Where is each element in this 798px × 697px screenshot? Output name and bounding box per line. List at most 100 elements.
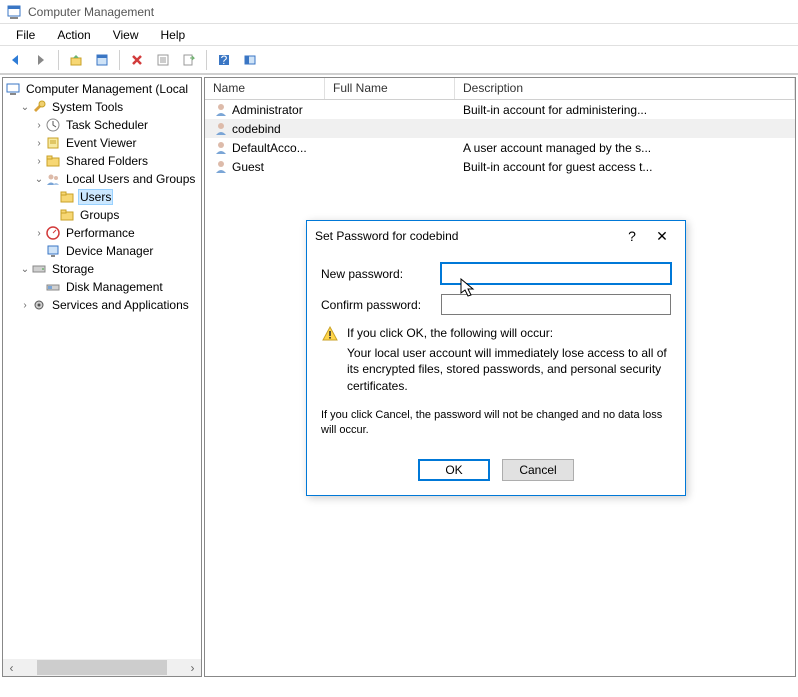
tree-performance[interactable]: › Performance xyxy=(5,224,199,242)
tree-label: Event Viewer xyxy=(64,136,138,150)
column-name[interactable]: Name xyxy=(205,78,325,99)
refresh-button[interactable] xyxy=(152,49,174,71)
tree-label: Storage xyxy=(50,262,96,276)
system-tools-icon xyxy=(31,99,47,115)
expander-icon[interactable]: › xyxy=(33,120,45,131)
properties-button[interactable] xyxy=(91,49,113,71)
user-name: Administrator xyxy=(232,103,303,117)
event-viewer-icon xyxy=(45,135,61,151)
user-name: DefaultAcco... xyxy=(232,141,307,155)
dialog-titlebar[interactable]: Set Password for codebind ? ✕ xyxy=(307,221,685,251)
help-button[interactable]: ? xyxy=(213,49,235,71)
tree-shared-folders[interactable]: › Shared Folders xyxy=(5,152,199,170)
scroll-thumb[interactable] xyxy=(37,660,167,675)
up-button[interactable] xyxy=(65,49,87,71)
user-row[interactable]: GuestBuilt-in account for guest access t… xyxy=(205,157,795,176)
new-password-label: New password: xyxy=(321,267,441,281)
computer-management-icon xyxy=(5,81,21,97)
tree-label: Shared Folders xyxy=(64,154,150,168)
user-description: A user account managed by the s... xyxy=(455,141,795,155)
back-button[interactable] xyxy=(4,49,26,71)
dialog-title: Set Password for codebind xyxy=(315,229,617,243)
toolbar-separator xyxy=(206,50,207,70)
scroll-right-arrow[interactable]: › xyxy=(184,659,201,676)
column-fullname[interactable]: Full Name xyxy=(325,78,455,99)
tree-storage[interactable]: ⌄ Storage xyxy=(5,260,199,278)
tree-label: System Tools xyxy=(50,100,125,114)
confirm-password-input[interactable] xyxy=(441,294,671,315)
confirm-password-label: Confirm password: xyxy=(321,298,441,312)
user-row[interactable]: Administrator Built-in account for admini… xyxy=(205,100,795,119)
dialog-close-button[interactable]: ✕ xyxy=(647,221,677,251)
performance-icon xyxy=(45,225,61,241)
menu-file[interactable]: File xyxy=(6,26,45,44)
user-icon xyxy=(213,159,229,175)
tree-disk-management[interactable]: Disk Management xyxy=(5,278,199,296)
shared-folders-icon xyxy=(45,153,61,169)
warning-icon xyxy=(321,325,339,394)
column-description[interactable]: Description xyxy=(455,78,795,99)
ok-button[interactable]: OK xyxy=(418,459,490,481)
expander-icon[interactable]: › xyxy=(19,300,31,311)
tree-task-scheduler[interactable]: › Task Scheduler xyxy=(5,116,199,134)
task-scheduler-icon xyxy=(45,117,61,133)
forward-button[interactable] xyxy=(30,49,52,71)
tree-system-tools[interactable]: ⌄ System Tools xyxy=(5,98,199,116)
user-icon xyxy=(213,102,229,118)
expander-icon[interactable]: ⌄ xyxy=(19,264,31,275)
user-name: codebind xyxy=(232,122,281,136)
menubar: File Action View Help xyxy=(0,24,798,46)
list-header: Name Full Name Description xyxy=(205,78,795,100)
menu-help[interactable]: Help xyxy=(151,26,196,44)
tree-services-apps[interactable]: › Services and Applications xyxy=(5,296,199,314)
toolbar-separator xyxy=(119,50,120,70)
tree-device-manager[interactable]: Device Manager xyxy=(5,242,199,260)
tree-label: Groups xyxy=(78,208,121,222)
tree-label: Task Scheduler xyxy=(64,118,150,132)
svg-text:?: ? xyxy=(221,53,228,67)
tree-pane: Computer Management (Local ⌄ System Tool… xyxy=(2,77,202,677)
menu-view[interactable]: View xyxy=(103,26,149,44)
tree-groups[interactable]: Groups xyxy=(5,206,199,224)
user-description: Built-in account for administering... xyxy=(455,103,795,117)
window-titlebar: Computer Management xyxy=(0,0,798,24)
tree-label: Device Manager xyxy=(64,244,155,258)
services-apps-icon xyxy=(31,297,47,313)
user-description: Built-in account for guest access t... xyxy=(455,160,795,174)
user-row[interactable]: DefaultAcco... A user account managed by … xyxy=(205,138,795,157)
user-icon xyxy=(213,140,229,156)
scroll-left-arrow[interactable]: ‹ xyxy=(3,659,20,676)
storage-icon xyxy=(31,261,47,277)
statusbar xyxy=(0,679,798,697)
expander-icon[interactable]: ⌄ xyxy=(19,102,31,113)
tree-label: Local Users and Groups xyxy=(64,172,197,186)
tree-users[interactable]: Users xyxy=(5,188,199,206)
disk-management-icon xyxy=(45,279,61,295)
tree-horizontal-scrollbar[interactable]: ‹ › xyxy=(3,659,201,676)
new-password-input[interactable] xyxy=(441,263,671,284)
toolbar-separator xyxy=(58,50,59,70)
toolbar: ? xyxy=(0,46,798,74)
expander-icon[interactable]: › xyxy=(33,156,45,167)
menu-action[interactable]: Action xyxy=(47,26,100,44)
tree-local-users-groups[interactable]: ⌄ Local Users and Groups xyxy=(5,170,199,188)
expander-icon[interactable]: › xyxy=(33,138,45,149)
show-hide-button[interactable] xyxy=(239,49,261,71)
folder-icon xyxy=(59,207,75,223)
tree-root[interactable]: Computer Management (Local xyxy=(5,80,199,98)
expander-icon[interactable]: ⌄ xyxy=(33,174,45,185)
dialog-help-button[interactable]: ? xyxy=(617,221,647,251)
cancel-button[interactable]: Cancel xyxy=(502,459,574,481)
folder-icon xyxy=(59,189,75,205)
device-manager-icon xyxy=(45,243,61,259)
tree-label: Disk Management xyxy=(64,280,165,294)
user-row[interactable]: codebind xyxy=(205,119,795,138)
warning-heading: If you click OK, the following will occu… xyxy=(347,325,671,341)
tree-event-viewer[interactable]: › Event Viewer xyxy=(5,134,199,152)
delete-button[interactable] xyxy=(126,49,148,71)
info-text: If you click Cancel, the password will n… xyxy=(321,408,671,438)
tree-label: Services and Applications xyxy=(50,298,191,312)
local-users-groups-icon xyxy=(45,171,61,187)
export-button[interactable] xyxy=(178,49,200,71)
expander-icon[interactable]: › xyxy=(33,228,45,239)
